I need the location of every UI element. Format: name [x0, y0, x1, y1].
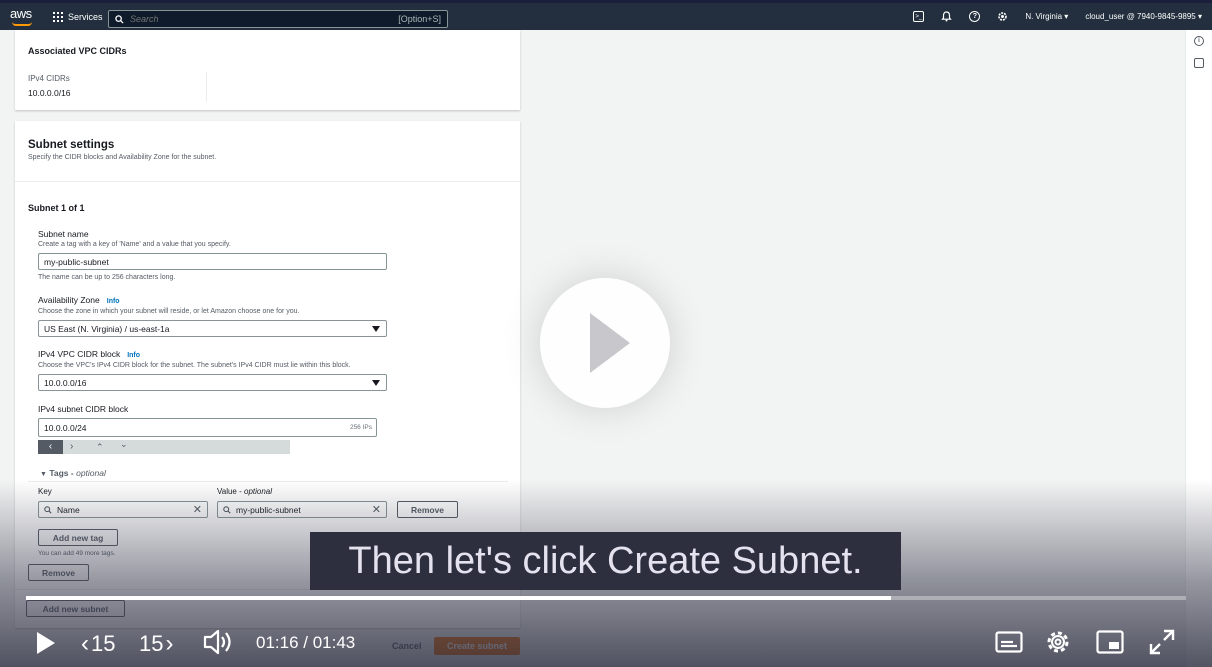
az-desc: Choose the zone in which your subnet wil…	[38, 308, 300, 315]
subnet-cidr-label: IPv4 subnet CIDR block	[38, 404, 129, 414]
subnet-cidr-ips: 256 IPs	[349, 424, 372, 431]
tags-optional: optional	[76, 468, 106, 478]
search-icon	[223, 506, 231, 514]
subtitle-caption: Then let's click Create Subnet.	[310, 532, 901, 590]
rewind-label: 15	[91, 631, 116, 656]
volume-icon[interactable]	[203, 628, 235, 656]
chevron-down-icon[interactable]: ⌄	[120, 438, 128, 451]
grid-icon	[53, 11, 63, 22]
vpc-cidr-select[interactable]: 10.0.0.0/16	[38, 374, 387, 391]
ipv4-cidrs-value: 10.0.0.0/16	[28, 88, 71, 98]
remove-subnet-button[interactable]: Remove	[28, 564, 89, 581]
tag-key-input[interactable]: Name ✕	[38, 501, 208, 518]
fullscreen-icon[interactable]	[1149, 629, 1175, 655]
info-icon[interactable]: i	[1194, 36, 1204, 46]
captions-icon[interactable]	[995, 631, 1023, 653]
value-label: Value - optional	[217, 487, 272, 496]
vpc-cidrs-title: Associated VPC CIDRs	[28, 46, 127, 56]
vpc-cidrs-panel: Associated VPC CIDRs IPv4 CIDRs 10.0.0.0…	[15, 30, 520, 110]
caret-down-icon	[372, 326, 380, 332]
progress-fill	[26, 596, 892, 600]
vpc-cidr-label-text: IPv4 VPC CIDR block	[38, 349, 121, 359]
tag-key-value: Name	[57, 504, 80, 515]
create-subnet-button[interactable]: Create subnet	[434, 637, 520, 655]
chevron-left-icon[interactable]: ‹	[38, 440, 63, 454]
search-input[interactable]	[130, 14, 399, 24]
search-shortcut-hint: [Option+S]	[398, 14, 441, 24]
cidr-stepper: ‹ › ⌃ ⌄	[38, 438, 290, 454]
clear-icon[interactable]: ✕	[193, 503, 202, 516]
divider	[15, 181, 520, 182]
chevron-left-icon: ‹	[81, 630, 89, 657]
settings-icon[interactable]	[997, 11, 1008, 22]
az-select-value: US East (N. Virginia) / us-east-1a	[44, 323, 170, 334]
subnet-cidr-input[interactable]: 10.0.0.0/24 256 IPs	[38, 418, 377, 437]
cloudshell-icon[interactable]: >_	[913, 11, 925, 22]
settings-gear-icon[interactable]	[1044, 628, 1072, 656]
progress-bar[interactable]	[26, 596, 1186, 600]
value-optional: optional	[244, 487, 273, 496]
play-icon[interactable]	[35, 631, 57, 655]
remove-tag-button[interactable]: Remove	[397, 501, 458, 518]
time-display: 01:16 / 01:43	[256, 633, 356, 652]
tags-hint: You can add 49 more tags.	[38, 550, 116, 557]
az-select[interactable]: US East (N. Virginia) / us-east-1a	[38, 320, 387, 337]
vpc-cidr-desc: Choose the VPC's IPv4 CIDR block for the…	[38, 362, 351, 369]
caret-down-icon: ▼	[40, 471, 47, 478]
hexagon-icon[interactable]	[1194, 58, 1204, 68]
top-nav: aws Services [Option+S] >_ ? N. Virginia…	[0, 0, 1212, 30]
vpc-cidr-select-value: 10.0.0.0/16	[44, 377, 87, 388]
search-icon	[115, 14, 124, 24]
chevron-right-icon[interactable]: ›	[70, 440, 73, 453]
services-menu[interactable]: Services	[53, 11, 103, 22]
services-label: Services	[68, 11, 103, 22]
divider	[206, 72, 207, 102]
chevron-up-icon[interactable]: ⌃	[96, 441, 104, 454]
forward-15-button[interactable]: 15 ›	[139, 630, 173, 658]
subnet-name-desc: Create a tag with a key of 'Name' and a …	[38, 241, 231, 248]
search-bar[interactable]: [Option+S]	[108, 10, 448, 28]
region-selector[interactable]: N. Virginia ▾	[1025, 12, 1068, 21]
caret-down-icon	[372, 380, 380, 386]
key-label: Key	[38, 487, 52, 496]
aws-logo[interactable]: aws	[10, 6, 40, 21]
big-play-button[interactable]	[540, 278, 670, 408]
bell-icon[interactable]	[941, 11, 953, 22]
rewind-15-button[interactable]: ‹ 15	[81, 630, 115, 658]
play-icon	[590, 313, 630, 373]
clear-icon[interactable]: ✕	[372, 503, 381, 516]
subnet-cidr-value: 10.0.0.0/24	[44, 422, 87, 433]
tag-value-value: my-public-subnet	[236, 504, 301, 515]
account-menu[interactable]: cloud_user @ 7940-9845-9895 ▾	[1085, 12, 1202, 21]
az-label: Availability Zone Info	[38, 295, 120, 305]
chevron-right-icon: ›	[165, 630, 174, 657]
add-new-subnet-button[interactable]: Add new subnet	[26, 600, 125, 617]
tags-label: Tags -	[49, 468, 74, 478]
forward-label: 15	[139, 631, 164, 656]
az-label-text: Availability Zone	[38, 295, 100, 305]
right-rail: i	[1185, 30, 1212, 667]
ipv4-cidrs-label: IPv4 CIDRs	[28, 74, 70, 83]
subnet-name-label: Subnet name	[38, 229, 89, 239]
value-label-text: Value -	[217, 487, 242, 496]
subnet-settings-title: Subnet settings	[28, 139, 115, 151]
help-icon[interactable]: ?	[969, 11, 981, 22]
vpc-cidr-info-link[interactable]: Info	[127, 352, 140, 359]
az-info-link[interactable]: Info	[107, 298, 120, 305]
subnet-settings-desc: Specify the CIDR blocks and Availability…	[28, 154, 217, 161]
picture-in-picture-icon[interactable]	[1096, 630, 1124, 654]
subnet-heading: Subnet 1 of 1	[28, 203, 85, 213]
subnet-name-hint: The name can be up to 256 characters lon…	[38, 274, 176, 281]
tags-toggle[interactable]: ▼ Tags - optional	[40, 468, 106, 478]
tag-value-input[interactable]: my-public-subnet ✕	[217, 501, 387, 518]
divider	[28, 481, 508, 482]
add-new-tag-button[interactable]: Add new tag	[38, 529, 118, 546]
aws-logo-smile	[12, 22, 32, 26]
vpc-cidr-label: IPv4 VPC CIDR block Info	[38, 349, 140, 359]
search-icon	[44, 506, 52, 514]
subnet-name-input[interactable]: my-public-subnet	[38, 253, 387, 270]
cancel-link[interactable]: Cancel	[392, 641, 422, 651]
